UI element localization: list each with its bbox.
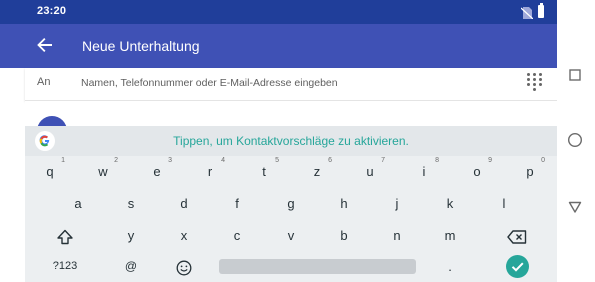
back-nav-button[interactable] [568, 200, 582, 219]
key-o[interactable]: o9 [452, 157, 502, 185]
emoji-key[interactable] [159, 253, 209, 280]
key-u[interactable]: u7 [345, 157, 395, 185]
contact-suggestion-prompt[interactable]: Tippen, um Kontaktvorschläge zu aktivier… [65, 134, 517, 148]
key-n[interactable]: n [372, 222, 422, 249]
key-e[interactable]: e3 [132, 157, 182, 185]
key-g[interactable]: g [266, 190, 316, 217]
key-a[interactable]: a [53, 190, 103, 217]
recents-square-icon [569, 69, 581, 81]
key-w[interactable]: w2 [78, 157, 128, 185]
google-icon[interactable] [35, 131, 55, 151]
key-m[interactable]: m [425, 222, 475, 249]
emoji-icon [176, 260, 192, 276]
key-j[interactable]: j [372, 190, 422, 217]
recents-button[interactable] [568, 68, 582, 87]
status-time: 23:20 [37, 5, 67, 17]
home-circle-icon [567, 132, 583, 148]
back-triangle-icon [568, 201, 582, 213]
recipient-input[interactable] [81, 73, 511, 93]
status-bar: 23:20 [0, 0, 557, 24]
page-title: Neue Unterhaltung [82, 38, 200, 54]
contact-list [25, 101, 557, 146]
enter-key[interactable] [506, 255, 529, 278]
key-f[interactable]: f [212, 190, 262, 217]
key-s[interactable]: s [106, 190, 156, 217]
dialpad-icon[interactable] [527, 73, 543, 93]
system-nav-bar [557, 0, 595, 282]
key-y[interactable]: y [106, 222, 156, 249]
key-x[interactable]: x [159, 222, 209, 249]
key-k[interactable]: k [425, 190, 475, 217]
key-period[interactable]: . [425, 253, 475, 280]
no-sim-icon [520, 6, 534, 24]
key-l[interactable]: l [479, 190, 529, 217]
space-key[interactable] [219, 259, 416, 274]
shift-icon [57, 229, 73, 244]
key-r[interactable]: r4 [185, 157, 235, 185]
keyboard: Tippen, um Kontaktvorschläge zu aktivier… [25, 126, 557, 282]
suggestion-strip: Tippen, um Kontaktvorschläge zu aktivier… [25, 126, 557, 156]
home-button[interactable] [567, 132, 583, 153]
key-d[interactable]: d [159, 190, 209, 217]
key-p[interactable]: p0 [505, 157, 555, 185]
key-h[interactable]: h [319, 190, 369, 217]
recipient-label: An [37, 76, 51, 88]
key-v[interactable]: v [266, 222, 316, 249]
back-arrow-icon[interactable] [36, 36, 54, 59]
symbols-key[interactable]: ?123 [40, 253, 90, 280]
key-c[interactable]: c [212, 222, 262, 249]
backspace-icon [507, 229, 527, 244]
key-z[interactable]: z6 [292, 157, 342, 185]
phone-screen: 23:20 Neue Unterhaltung An Namen, Telefo… [0, 0, 557, 282]
recipient-bar: An [25, 68, 557, 101]
key-b[interactable]: b [319, 222, 369, 249]
key-q[interactable]: q1 [25, 157, 75, 185]
shift-key[interactable] [40, 222, 90, 249]
key-at[interactable]: @ [106, 253, 156, 280]
key-t[interactable]: t5 [239, 157, 289, 185]
app-bar: Neue Unterhaltung [0, 24, 557, 68]
backspace-key[interactable] [492, 222, 542, 249]
check-icon [511, 262, 524, 272]
key-i[interactable]: i8 [399, 157, 449, 185]
battery-icon [538, 3, 544, 18]
